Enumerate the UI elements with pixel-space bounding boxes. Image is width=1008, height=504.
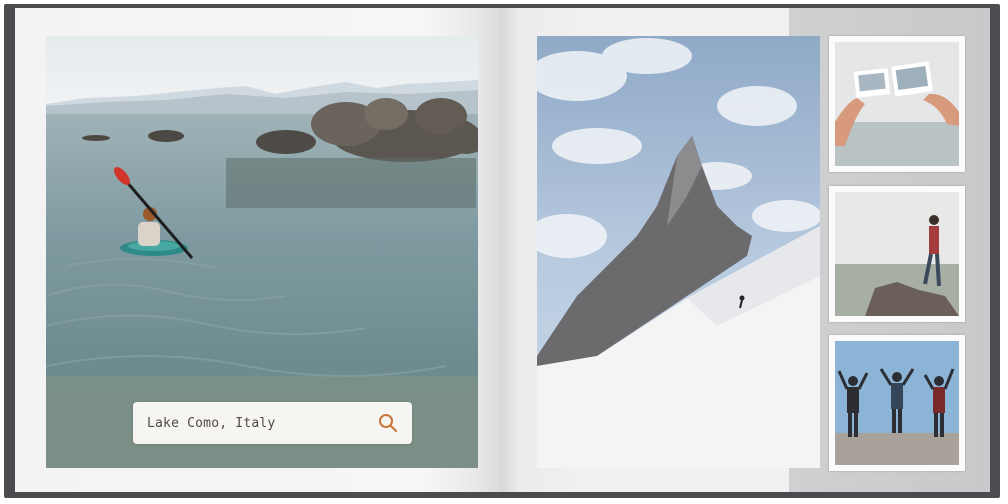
right-page <box>500 8 990 492</box>
polaroid-photos-in-hands <box>829 36 965 172</box>
polaroid-hiker-on-rock <box>829 186 965 322</box>
location-caption-text: Lake Como, Italy <box>147 415 276 431</box>
location-caption-bar[interactable]: Lake Como, Italy <box>133 402 412 444</box>
mountain-peak-photo <box>537 36 820 468</box>
left-page: Lake Como, Italy <box>15 8 500 492</box>
polaroid-friends-jumping <box>829 335 965 471</box>
photo-book: Lake Como, Italy <box>4 4 1000 498</box>
search-icon[interactable] <box>378 413 398 433</box>
